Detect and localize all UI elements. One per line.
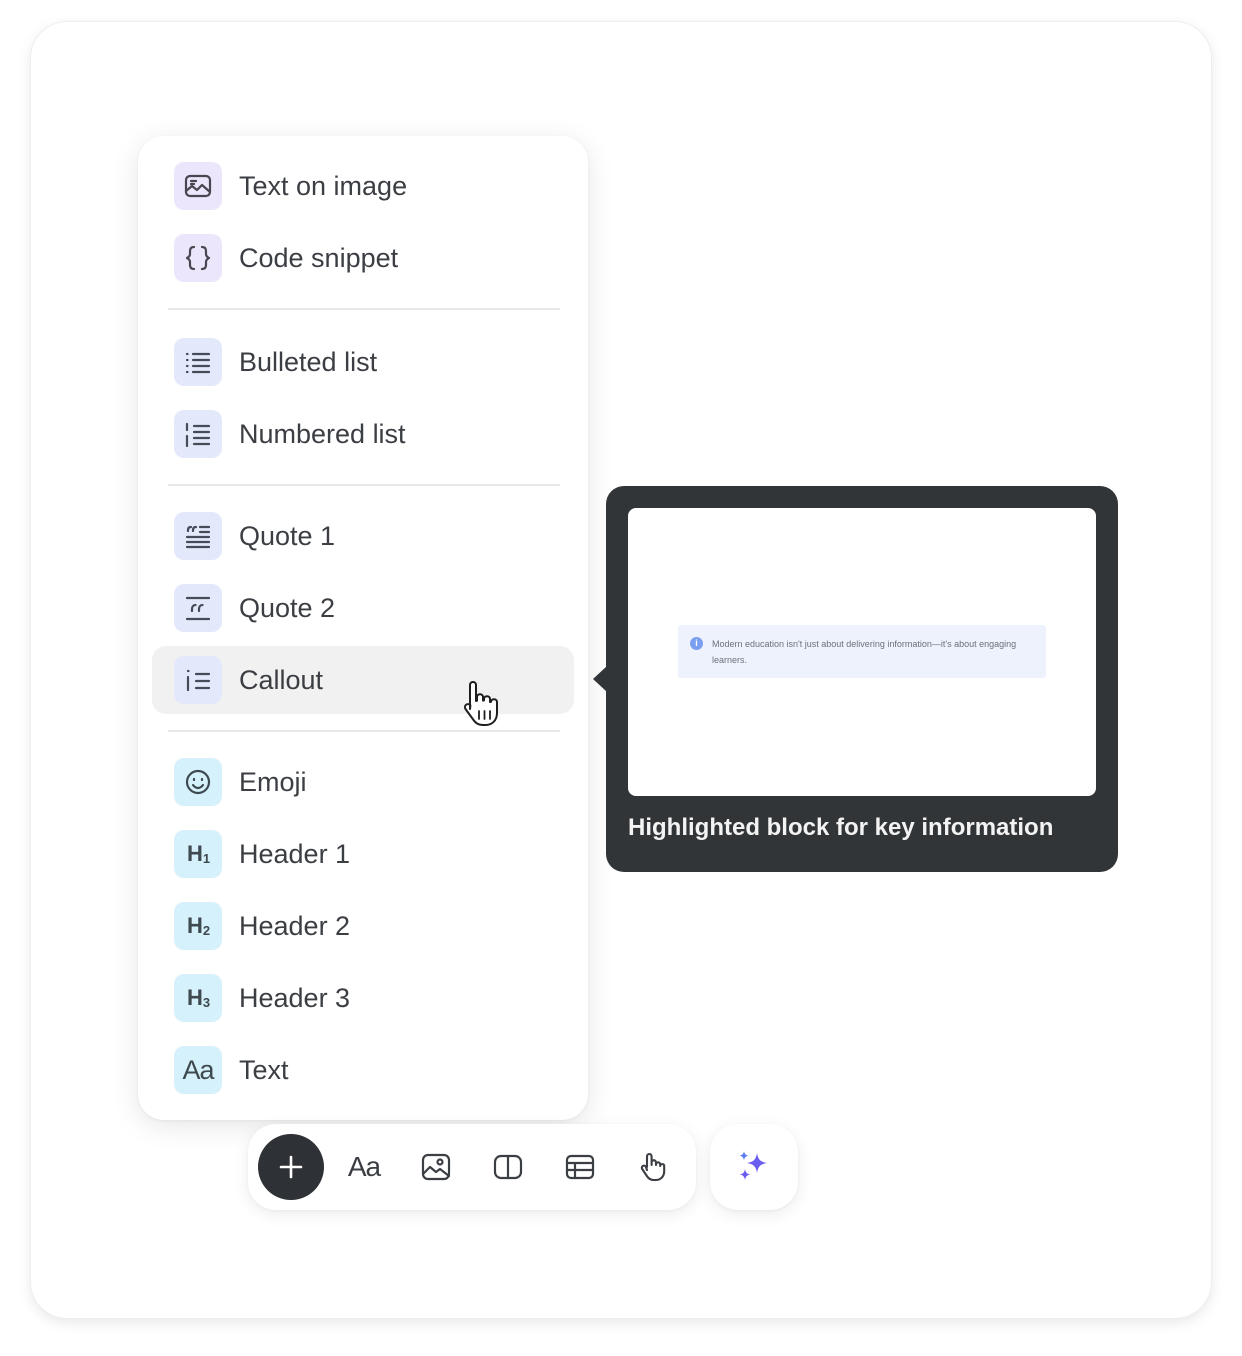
add-icon [279,1155,303,1179]
menu-item-text-on-image[interactable]: Text on image [152,152,574,220]
tooltip-arrow [593,666,607,692]
block-toolbar: Aa [248,1124,696,1210]
columns-block-button[interactable] [483,1142,533,1192]
block-preview-tooltip: i Modern education isn't just about deli… [593,486,1118,872]
interactive-hand-icon [640,1152,666,1182]
ai-assistant-button[interactable] [710,1124,798,1210]
menu-item-text[interactable]: Aa Text [152,1036,574,1104]
add-block-button[interactable] [258,1134,324,1200]
bulleted-list-icon [174,338,222,386]
quote-2-icon [174,584,222,632]
text-aa-icon: Aa [347,1151,381,1182]
insert-block-menu: Text on image Code snippet Bulleted list [138,136,588,1120]
braces-icon [174,234,222,282]
hand-cursor-icon [463,681,498,726]
menu-divider [168,484,560,486]
callout-icon [174,656,222,704]
numbered-list-icon [174,410,222,458]
tooltip-caption: Highlighted block for key information [628,814,1054,841]
info-icon: i [690,637,703,650]
menu-item-header-3[interactable]: H3 Header 3 [152,964,574,1032]
menu-item-label: Quote 1 [239,521,336,551]
table-icon [565,1154,595,1180]
image-icon [421,1153,451,1181]
menu-item-quote-1[interactable]: Quote 1 [152,502,574,570]
image-block-button[interactable] [411,1142,461,1192]
editor-canvas: Text on image Code snippet Bulleted list [31,22,1211,1318]
preview-image: i Modern education isn't just about deli… [628,508,1096,796]
menu-item-label: Numbered list [239,419,406,449]
menu-item-header-1[interactable]: H1 Header 1 [152,820,574,888]
menu-item-bulleted-list[interactable]: Bulleted list [152,328,574,396]
menu-item-numbered-list[interactable]: Numbered list [152,400,574,468]
h1-icon: H1 [174,830,222,878]
menu-item-header-2[interactable]: H2 Header 2 [152,892,574,960]
h3-icon: H3 [174,974,222,1022]
menu-item-label: Header 3 [239,983,351,1013]
menu-item-label: Header 2 [239,911,351,941]
table-block-button[interactable] [555,1142,605,1192]
image-text-icon [174,162,222,210]
menu-item-label: Text [239,1055,289,1085]
text-aa-icon: Aa [174,1046,222,1094]
h2-icon: H2 [174,902,222,950]
menu-item-label: Bulleted list [239,347,378,377]
menu-item-emoji[interactable]: Emoji [152,748,574,816]
preview-callout: i Modern education isn't just about deli… [678,625,1046,678]
menu-item-callout[interactable]: Callout [152,646,574,714]
menu-item-label: Header 1 [239,839,351,869]
menu-item-quote-2[interactable]: Quote 2 [152,574,574,642]
interactive-block-button[interactable] [627,1142,677,1192]
columns-icon [493,1154,523,1180]
menu-item-label: Text on image [239,171,408,201]
smiley-icon [174,758,222,806]
menu-item-label: Code snippet [239,243,399,273]
menu-item-code-snippet[interactable]: Code snippet [152,224,574,292]
menu-item-label: Quote 2 [239,593,336,623]
sparkles-icon [739,1151,767,1180]
menu-item-label: Callout [239,665,324,695]
text-block-button[interactable]: Aa [339,1142,389,1192]
quote-1-icon [174,512,222,560]
menu-item-label: Emoji [239,767,307,797]
preview-callout-text: Modern education isn't just about delive… [712,639,1017,665]
menu-divider [168,308,560,310]
